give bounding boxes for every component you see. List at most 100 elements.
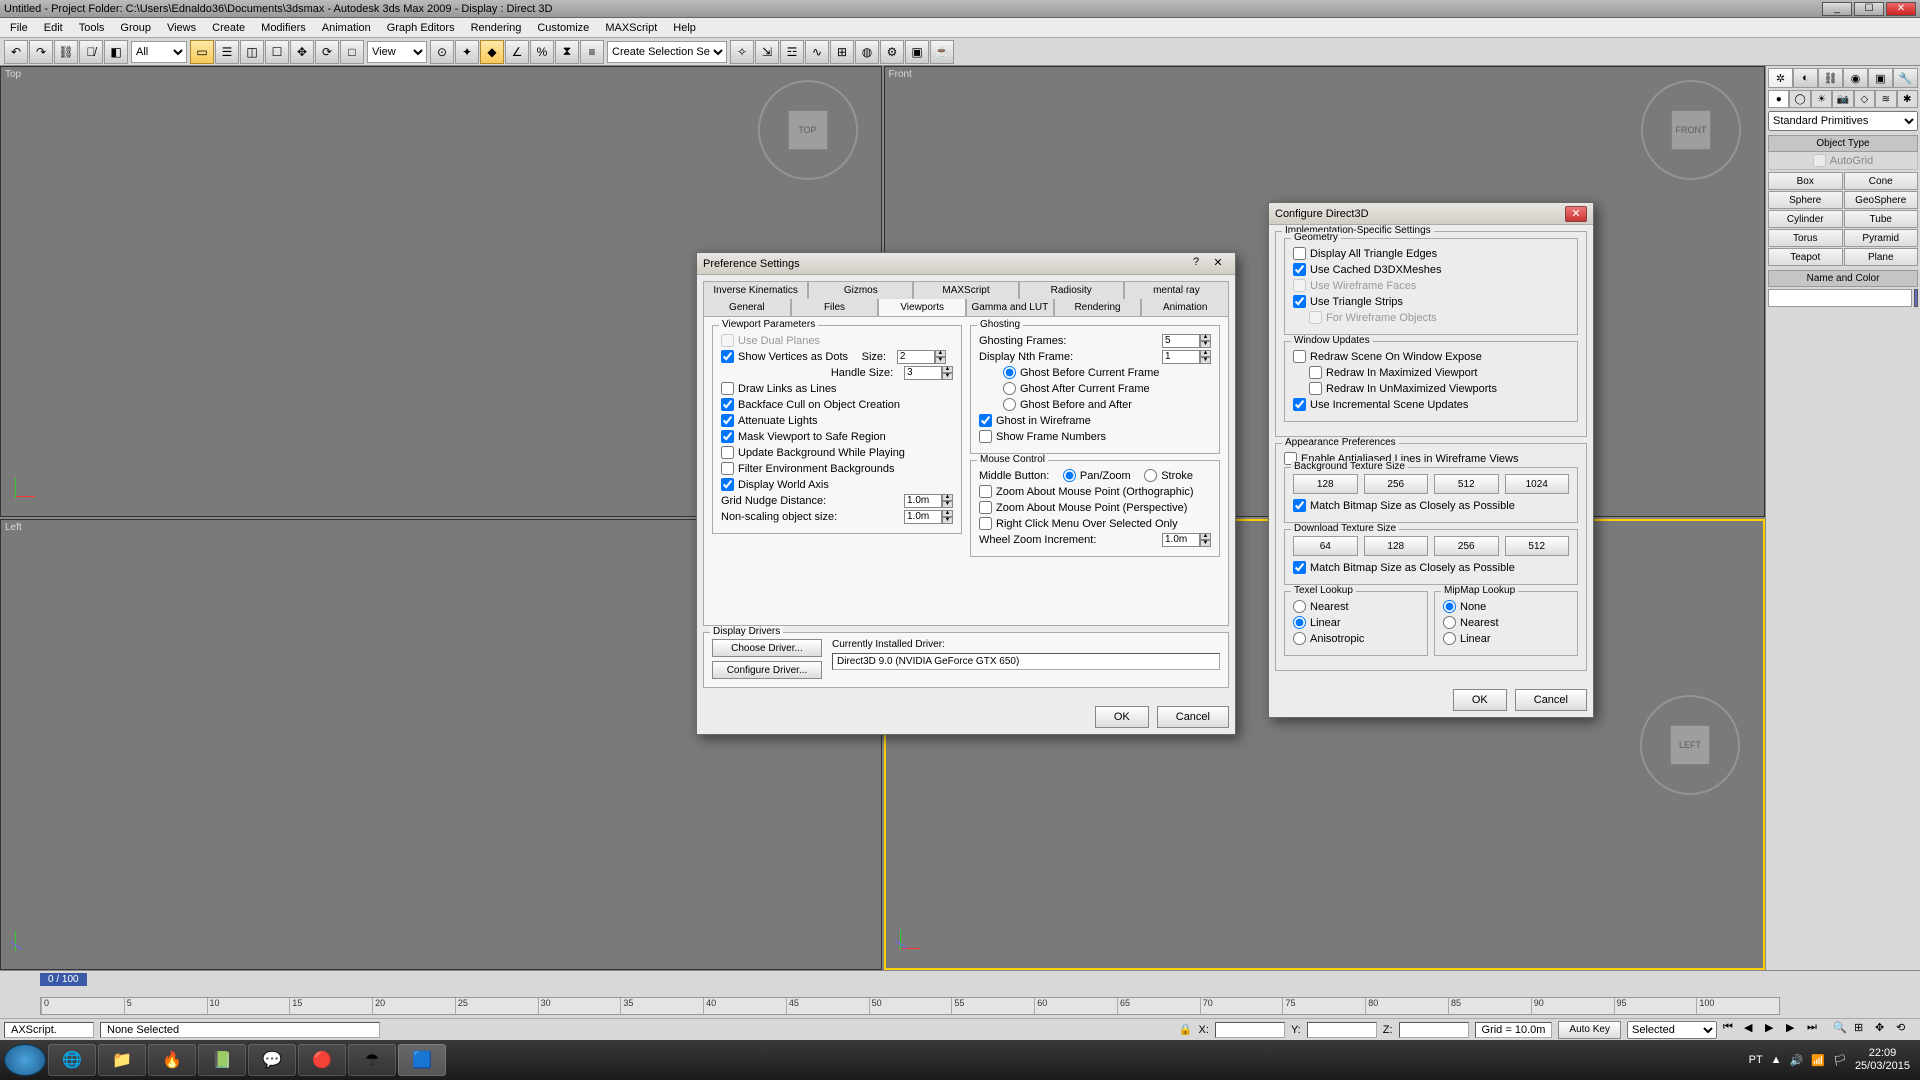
display-tab[interactable]: ▣ <box>1868 68 1893 88</box>
grid-nudge-input[interactable] <box>904 494 942 508</box>
tray-icon[interactable]: 🏳 <box>1833 1054 1847 1067</box>
dialog-close-button[interactable]: ✕ <box>1207 256 1229 272</box>
hierarchy-tab[interactable]: ⛓ <box>1818 68 1843 88</box>
spinner-snap[interactable]: ⧗ <box>555 40 579 64</box>
vertex-size-input[interactable] <box>897 350 935 364</box>
backface-cull-checkbox[interactable] <box>721 398 734 411</box>
ghost-before-radio[interactable] <box>1003 366 1016 379</box>
maximize-button[interactable]: ☐ <box>1854 2 1884 16</box>
autogrid-checkbox[interactable] <box>1813 154 1826 167</box>
z-input[interactable] <box>1399 1022 1469 1038</box>
frame-indicator[interactable]: 0 / 100 <box>40 973 87 986</box>
mirror-button[interactable]: ✧ <box>730 40 754 64</box>
schematic-view[interactable]: ⊞ <box>830 40 854 64</box>
menu-views[interactable]: Views <box>161 20 202 36</box>
tab-animation[interactable]: Animation <box>1141 299 1229 316</box>
stroke-radio[interactable] <box>1144 469 1157 482</box>
orbit-button[interactable]: ⟲ <box>1896 1021 1916 1039</box>
bg-128-button[interactable]: 128 <box>1293 474 1358 494</box>
handle-size-input[interactable] <box>904 366 942 380</box>
spinner-down-icon[interactable]: ▼ <box>935 357 946 364</box>
helpers-subtab[interactable]: ◇ <box>1854 90 1875 108</box>
spacewarps-subtab[interactable]: ≋ <box>1875 90 1896 108</box>
chrome-app-icon[interactable]: 🔴 <box>298 1044 346 1076</box>
texel-linear-radio[interactable] <box>1293 616 1306 629</box>
tab-viewports[interactable]: Viewports <box>878 299 966 316</box>
mip-linear-radio[interactable] <box>1443 632 1456 645</box>
app-icon[interactable]: 🔥 <box>148 1044 196 1076</box>
menu-file[interactable]: File <box>4 20 34 36</box>
attenuate-lights-checkbox[interactable] <box>721 414 734 427</box>
pivot-button[interactable]: ⊙ <box>430 40 454 64</box>
menu-animation[interactable]: Animation <box>316 20 377 36</box>
mip-nearest-radio[interactable] <box>1443 616 1456 629</box>
menu-group[interactable]: Group <box>114 20 157 36</box>
next-frame-button[interactable]: ▶ <box>1786 1021 1806 1039</box>
zoom-button[interactable]: 🔍 <box>1833 1021 1853 1039</box>
lock-icon[interactable]: 🔒 <box>1179 1023 1193 1036</box>
align-button[interactable]: ⇲ <box>755 40 779 64</box>
snap-toggle[interactable]: ◆ <box>480 40 504 64</box>
percent-snap[interactable]: % <box>530 40 554 64</box>
select-object-button[interactable]: ▭ <box>190 40 214 64</box>
world-axis-checkbox[interactable] <box>721 478 734 491</box>
use-dual-planes-checkbox[interactable] <box>721 334 734 347</box>
system-clock[interactable]: 22:09 25/03/2015 <box>1855 1047 1910 1073</box>
tray-icon[interactable]: 📶 <box>1811 1054 1825 1067</box>
spinner-down-icon[interactable]: ▼ <box>942 373 953 380</box>
create-tab[interactable]: ✲ <box>1768 68 1793 88</box>
primitive-dropdown[interactable]: Standard Primitives <box>1768 111 1918 131</box>
manipulate-button[interactable]: ✦ <box>455 40 479 64</box>
tab-mentalray[interactable]: mental ray <box>1124 281 1229 299</box>
select-name-button[interactable]: ☰ <box>215 40 239 64</box>
bg-1024-button[interactable]: 1024 <box>1505 474 1570 494</box>
name-color-header[interactable]: Name and Color <box>1768 270 1918 287</box>
view-cube[interactable]: LEFT <box>1635 690 1745 800</box>
spinner-down-icon[interactable]: ▼ <box>942 501 953 508</box>
goto-start-button[interactable]: ⏮ <box>1723 1021 1743 1039</box>
app-icon[interactable]: 📗 <box>198 1044 246 1076</box>
dl-64-button[interactable]: 64 <box>1293 536 1358 556</box>
d3d-ok-button[interactable]: OK <box>1453 689 1507 711</box>
redraw-unmax-checkbox[interactable] <box>1309 382 1322 395</box>
dl-128-button[interactable]: 128 <box>1364 536 1429 556</box>
tab-gizmos[interactable]: Gizmos <box>808 281 913 299</box>
render-frame[interactable]: ▣ <box>905 40 929 64</box>
view-cube[interactable]: TOP <box>753 75 863 185</box>
right-click-checkbox[interactable] <box>979 517 992 530</box>
pyramid-button[interactable]: Pyramid <box>1844 229 1919 247</box>
window-crossing-button[interactable]: ☐ <box>265 40 289 64</box>
object-name-input[interactable] <box>1768 289 1912 307</box>
mask-viewport-checkbox[interactable] <box>721 430 734 443</box>
tab-rendering[interactable]: Rendering <box>1054 299 1142 316</box>
filter-env-checkbox[interactable] <box>721 462 734 475</box>
lights-subtab[interactable]: ☀ <box>1811 90 1832 108</box>
box-button[interactable]: Box <box>1768 172 1843 190</box>
tube-button[interactable]: Tube <box>1844 210 1919 228</box>
ghost-after-radio[interactable] <box>1003 382 1016 395</box>
pan-button[interactable]: ✥ <box>1875 1021 1895 1039</box>
render-setup[interactable]: ⚙ <box>880 40 904 64</box>
geometry-subtab[interactable]: ● <box>1768 90 1789 108</box>
curve-editor[interactable]: ∿ <box>805 40 829 64</box>
skype-app-icon[interactable]: 💬 <box>248 1044 296 1076</box>
link-button[interactable]: ⛓ <box>54 40 78 64</box>
d3d-cancel-button[interactable]: Cancel <box>1515 689 1587 711</box>
angle-snap[interactable]: ∠ <box>505 40 529 64</box>
minimize-button[interactable]: _ <box>1822 2 1852 16</box>
undo-button[interactable]: ↶ <box>4 40 28 64</box>
ghost-nth-input[interactable] <box>1162 350 1200 364</box>
spinner-up-icon[interactable]: ▲ <box>935 350 946 357</box>
cone-button[interactable]: Cone <box>1844 172 1919 190</box>
tab-files[interactable]: Files <box>791 299 879 316</box>
view-cube[interactable]: FRONT <box>1636 75 1746 185</box>
3dsmax-app-icon[interactable]: 🟦 <box>398 1044 446 1076</box>
rotate-button[interactable]: ⟳ <box>315 40 339 64</box>
bg-256-button[interactable]: 256 <box>1364 474 1429 494</box>
play-button[interactable]: ▶ <box>1765 1021 1785 1039</box>
menu-maxscript[interactable]: MAXScript <box>599 20 663 36</box>
mip-none-radio[interactable] <box>1443 600 1456 613</box>
close-button[interactable]: ✕ <box>1886 2 1916 16</box>
explorer-app-icon[interactable]: 📁 <box>98 1044 146 1076</box>
texel-nearest-radio[interactable] <box>1293 600 1306 613</box>
